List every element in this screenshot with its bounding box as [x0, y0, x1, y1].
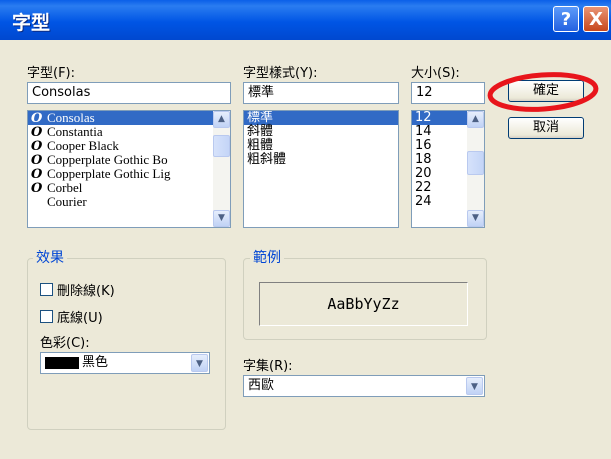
- list-item[interactable]: 斜體: [244, 125, 398, 139]
- list-item[interactable]: O Cooper Black: [28, 138, 230, 154]
- font-style-input[interactable]: 標準: [243, 82, 399, 104]
- font-list-scrollbar[interactable]: ▲ ▼: [213, 111, 230, 227]
- list-item-label: Corbel: [47, 180, 83, 195]
- color-swatch: [45, 357, 79, 369]
- list-item-label: 14: [415, 124, 432, 139]
- scroll-up-icon[interactable]: ▲: [467, 111, 484, 128]
- list-item[interactable]: Courier: [28, 195, 230, 209]
- scroll-down-icon[interactable]: ▼: [467, 210, 484, 227]
- color-select-value: 黑色: [82, 355, 109, 370]
- opentype-font-icon: O: [31, 125, 43, 140]
- list-item-label: 20: [415, 166, 432, 181]
- list-item[interactable]: O Copperplate Gothic Lig: [28, 166, 230, 182]
- list-item[interactable]: O Corbel: [28, 180, 230, 196]
- list-item-label: 粗斜體: [247, 152, 287, 167]
- underline-checkbox[interactable]: [40, 310, 53, 323]
- effects-title: 效果: [33, 247, 67, 267]
- opentype-font-icon: O: [31, 153, 43, 168]
- opentype-font-icon: O: [31, 167, 43, 182]
- font-dialog: 字型 ? X 字型(F): Consolas O Consolas O Constan…: [0, 0, 611, 459]
- close-button[interactable]: X: [583, 6, 609, 32]
- opentype-font-icon: O: [31, 181, 43, 196]
- list-item-label: 斜體: [247, 124, 274, 139]
- color-select[interactable]: 黑色 ▼: [40, 352, 210, 374]
- script-select[interactable]: 西歐 ▼: [243, 375, 485, 397]
- style-list-items: 標準 斜體 粗體 粗斜體: [244, 111, 398, 167]
- opentype-font-icon: O: [31, 139, 43, 154]
- list-item-label: Copperplate Gothic Lig: [47, 166, 171, 181]
- list-item-label: Constantia: [47, 124, 103, 139]
- strikeout-checkbox[interactable]: [40, 283, 53, 296]
- font-list[interactable]: O Consolas O Constantia O Cooper Black O Copper…: [27, 110, 231, 228]
- list-item-label: 18: [415, 152, 432, 167]
- script-label: 字集(R):: [243, 359, 293, 374]
- underline-label[interactable]: 底線(U): [57, 307, 103, 326]
- size-list-scrollbar[interactable]: ▲ ▼: [467, 111, 484, 227]
- sample-preview: AaBbYyZz: [259, 282, 468, 326]
- list-item[interactable]: O Copperplate Gothic Bo: [28, 152, 230, 168]
- list-item-label: 22: [415, 180, 432, 195]
- title-bar: 字型 ? X: [0, 0, 611, 40]
- list-item-label: Copperplate Gothic Bo: [47, 152, 168, 167]
- font-name-input[interactable]: Consolas: [27, 82, 231, 104]
- style-list[interactable]: 標準 斜體 粗體 粗斜體: [243, 110, 399, 228]
- scroll-up-icon[interactable]: ▲: [213, 111, 230, 128]
- scroll-thumb[interactable]: [467, 151, 484, 175]
- script-select-value: 西歐: [248, 378, 275, 393]
- list-item-label: 16: [415, 138, 432, 153]
- size-label: 大小(S):: [411, 66, 460, 81]
- strikeout-label[interactable]: 刪除線(K): [57, 280, 115, 299]
- chevron-down-icon[interactable]: ▼: [466, 377, 483, 395]
- list-item-label: Consolas: [47, 110, 95, 125]
- list-item[interactable]: 標準: [244, 111, 398, 125]
- help-button[interactable]: ?: [553, 6, 579, 32]
- opentype-font-icon: O: [31, 111, 43, 126]
- sample-title: 範例: [250, 247, 284, 267]
- list-item-label: 12: [415, 110, 432, 125]
- font-label: 字型(F):: [27, 66, 76, 81]
- highlight-annotation: [487, 72, 599, 112]
- style-label: 字型樣式(Y):: [243, 66, 318, 81]
- color-label: 色彩(C):: [40, 336, 90, 351]
- list-item-label: 粗體: [247, 138, 274, 153]
- chevron-down-icon[interactable]: ▼: [191, 354, 208, 372]
- scroll-thumb[interactable]: [213, 135, 230, 157]
- list-item-label: Courier: [47, 194, 87, 209]
- dialog-title: 字型: [12, 12, 51, 34]
- list-item[interactable]: 粗體: [244, 139, 398, 153]
- list-item-label: Cooper Black: [47, 138, 119, 153]
- size-list[interactable]: 12 14 16 18 20 22 24 ▲ ▼: [411, 110, 485, 228]
- list-item[interactable]: O Constantia: [28, 124, 230, 140]
- font-size-input[interactable]: 12: [411, 82, 485, 104]
- scroll-down-icon[interactable]: ▼: [213, 210, 230, 227]
- list-item[interactable]: 粗斜體: [244, 153, 398, 167]
- font-list-items: O Consolas O Constantia O Cooper Black O Copper…: [28, 111, 230, 209]
- list-item[interactable]: O Consolas: [28, 110, 230, 126]
- list-item-label: 標準: [247, 110, 274, 125]
- cancel-button[interactable]: 取消: [508, 117, 584, 139]
- list-item-label: 24: [415, 194, 432, 209]
